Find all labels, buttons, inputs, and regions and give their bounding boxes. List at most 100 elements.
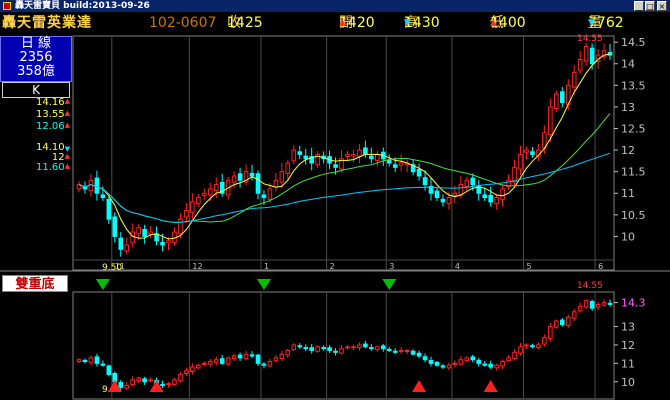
candle-body [255,173,261,194]
candle-body [82,359,88,363]
candle-body [452,192,458,196]
candle-body [166,383,171,386]
candle-body [583,45,589,62]
candle-body [375,346,380,350]
candle-body [172,379,177,385]
candle-body [458,184,464,196]
candle-body [142,378,147,383]
y-tick-label: 13 [621,101,635,114]
candle-body [434,361,440,366]
ma-mid-line [78,113,611,223]
candle-body [166,240,171,244]
candle-body [375,153,380,161]
candle-body [273,179,279,188]
x-tick-label: 2 [330,262,335,271]
candle-body [279,353,285,360]
sell-signal-icon [256,279,271,290]
candle-body [285,162,291,174]
candle-body [100,363,106,366]
candle-body [291,149,297,162]
candle-body [345,346,350,349]
candle-body [524,149,529,153]
x-tick-label: 12 [192,262,202,271]
candle-body [237,354,243,359]
x-tick-label: 3 [389,262,394,271]
high-annotation: 14.55 [577,281,603,291]
candle-body [548,106,553,136]
candle-body [202,362,207,365]
y-tick-label: 13 [621,321,635,334]
y-tick-label: 14 [621,58,635,71]
candle-body [130,379,135,386]
candle-body [512,351,517,360]
candle-body [398,162,404,166]
sell-signal-icon [95,279,110,290]
candle-body [518,346,523,354]
candle-body [476,359,482,364]
candle-body [112,216,118,237]
candle-body [559,319,565,326]
candle-body [482,363,487,366]
candle-body [482,194,487,199]
candle-body [190,366,195,372]
candle-body [530,345,535,348]
candle-body [524,344,529,347]
candle-body [446,197,452,205]
candle-body [291,344,297,351]
candle-body [392,164,398,168]
candle-body [363,343,368,348]
candle-body [571,71,577,88]
candle-body [494,364,499,369]
y-tick-label: 10 [621,376,635,389]
candle-body [309,347,314,351]
candle-body [297,151,303,155]
candle-body [285,349,291,356]
candle-body [357,149,362,157]
candle-body [386,159,392,164]
candle-body [267,188,273,200]
candle-body [196,364,201,369]
candle-body [542,337,547,345]
candle-body [500,361,505,367]
candle-body [458,359,464,365]
candle-body [583,300,589,308]
candle-body [118,382,124,388]
candle-body [595,303,601,308]
candle-body [488,194,493,203]
candle-body [494,197,499,205]
buy-signal-icon [483,380,498,392]
candle-body [124,244,130,252]
candle-body [136,227,141,235]
candle-body [88,357,94,363]
candle-body [261,194,267,199]
candle-body [398,349,404,352]
candle-body [207,361,213,365]
candle-body [357,344,362,349]
x-tick-label: 6 [598,262,603,271]
candle-body [440,365,446,368]
candle-body [369,347,374,350]
y-tick-label: 11 [621,187,635,200]
candle-body [130,231,135,244]
candle-body [213,359,219,363]
candle-body [428,359,434,364]
candle-body [327,347,332,351]
candle-body [589,47,595,65]
candle-body [416,352,422,357]
candle-body [148,231,153,235]
candle-body [601,302,607,306]
y-tick-label: 12 [621,339,635,352]
candle-body [404,349,410,352]
candle-body [470,177,476,186]
y-tick-label: 11.5 [621,166,646,179]
candlestick-chart[interactable]: 11 12 1 2 3 4 5 614.51413.51312.51211.51110.510… [0,0,670,400]
candle-body [434,190,440,199]
candle-body [607,302,613,305]
buy-signal-icon [412,380,427,392]
x-tick-label: 4 [455,262,460,271]
candle-body [178,218,183,235]
buy-signal-icon [149,380,164,392]
candle-body [160,241,165,246]
candle-body [554,320,559,328]
candle-body [565,316,571,326]
